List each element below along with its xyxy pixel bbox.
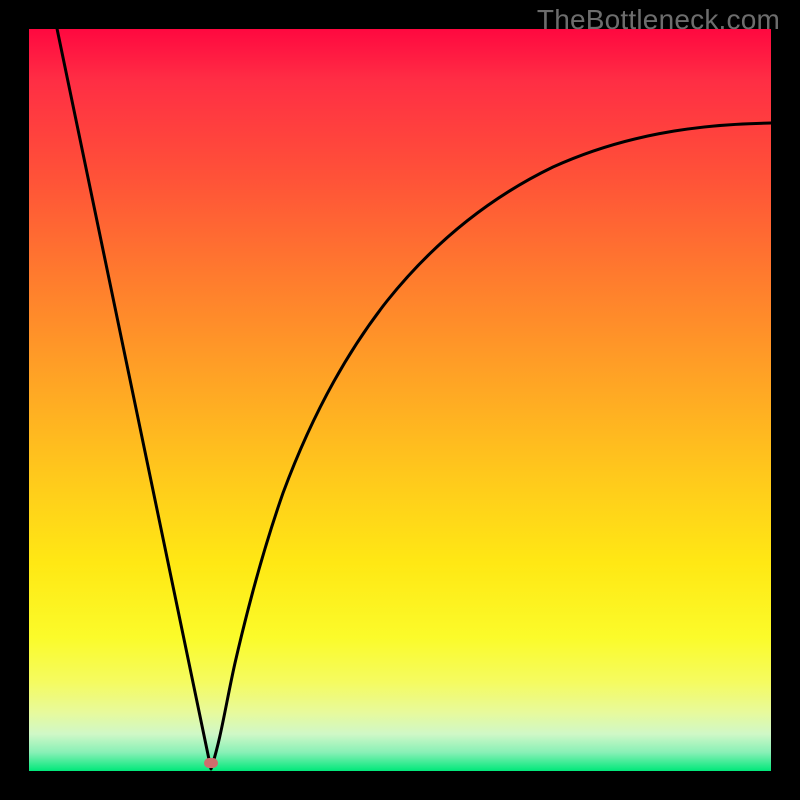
bottleneck-curve [29, 29, 771, 771]
optimum-marker [204, 758, 218, 768]
chart-frame: TheBottleneck.com [0, 0, 800, 800]
plot-area [29, 29, 771, 771]
curve-path [55, 29, 771, 769]
watermark-text: TheBottleneck.com [537, 4, 780, 36]
